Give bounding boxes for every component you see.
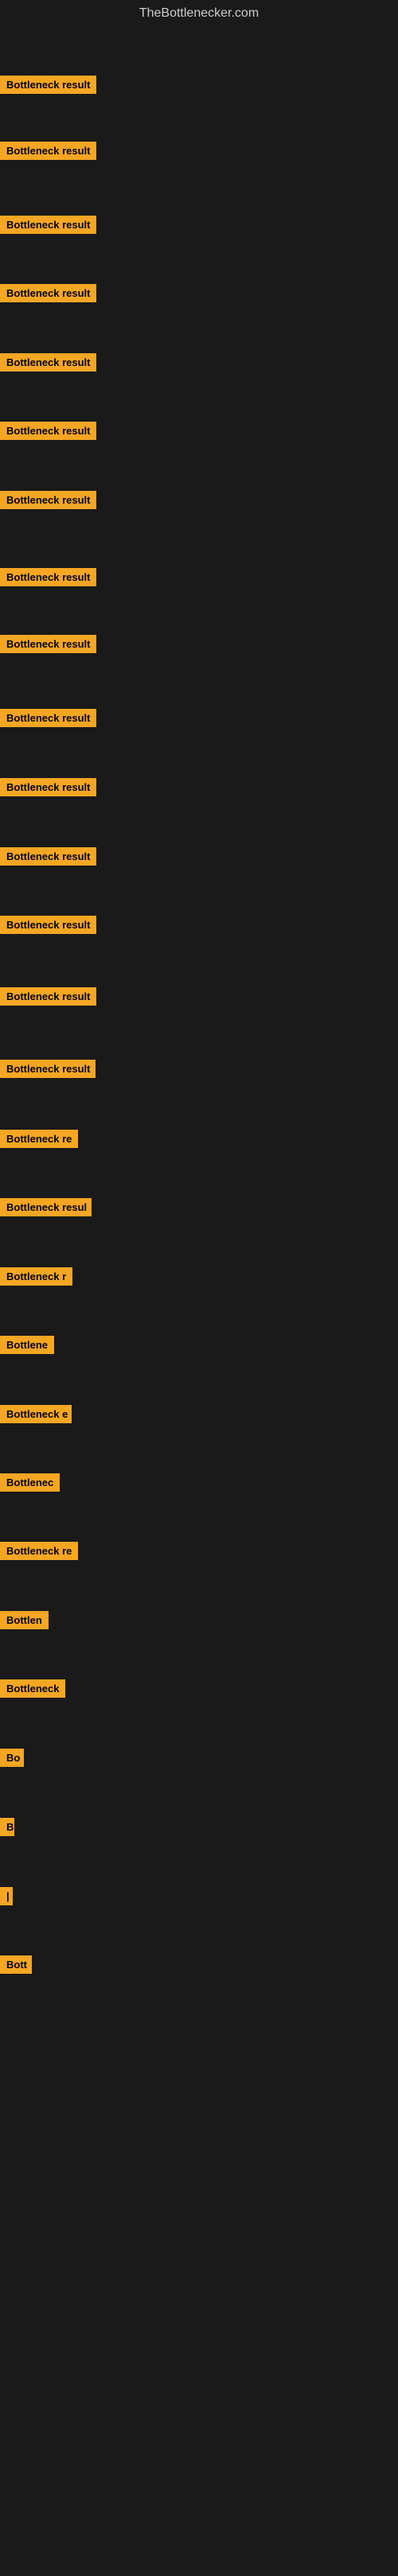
bottleneck-item[interactable]: B (0, 1818, 14, 1840)
bottleneck-item[interactable]: Bottleneck result (0, 635, 96, 657)
bottleneck-item[interactable]: Bottleneck result (0, 353, 96, 376)
bottleneck-badge: Bottleneck result (0, 778, 96, 796)
bottleneck-badge: Bottleneck result (0, 216, 96, 234)
bottleneck-badge: Bottlen (0, 1611, 49, 1629)
bottleneck-badge: Bottleneck result (0, 1060, 96, 1078)
bottleneck-item[interactable]: Bottleneck result (0, 1060, 96, 1082)
bottleneck-item[interactable]: Bottleneck result (0, 916, 96, 938)
bottleneck-badge: Bottleneck re (0, 1130, 78, 1148)
bottleneck-item[interactable]: Bottleneck result (0, 284, 96, 306)
bottleneck-item[interactable]: Bottlenec (0, 1473, 60, 1496)
bottleneck-badge: | (0, 1887, 13, 1905)
bottleneck-badge: Bottleneck result (0, 142, 96, 160)
bottleneck-badge: Bottleneck (0, 1679, 65, 1698)
bottleneck-item[interactable]: Bottleneck result (0, 216, 96, 238)
bottleneck-badge: Bott (0, 1955, 32, 1974)
bottleneck-item[interactable]: Bo (0, 1749, 24, 1771)
bottleneck-item[interactable]: Bottleneck result (0, 987, 96, 1010)
bottleneck-item[interactable]: Bott (0, 1955, 32, 1978)
bottleneck-badge: Bottleneck re (0, 1542, 78, 1560)
bottleneck-item[interactable]: Bottleneck result (0, 778, 96, 800)
bottleneck-badge: Bottleneck result (0, 491, 96, 509)
bottleneck-item[interactable]: Bottleneck result (0, 847, 96, 870)
bottleneck-badge: Bottleneck result (0, 284, 96, 302)
bottleneck-badge: Bottleneck resul (0, 1198, 92, 1216)
bottleneck-item[interactable]: Bottleneck re (0, 1130, 78, 1152)
bottleneck-badge: Bottleneck result (0, 987, 96, 1006)
bottleneck-badge: Bo (0, 1749, 24, 1767)
bottleneck-badge: Bottleneck result (0, 709, 96, 727)
bottleneck-item[interactable]: Bottleneck result (0, 422, 96, 444)
bottleneck-item[interactable]: Bottleneck (0, 1679, 65, 1702)
site-title: TheBottlenecker.com (0, 0, 398, 30)
bottleneck-item[interactable]: Bottleneck result (0, 491, 96, 513)
site-title-container: TheBottlenecker.com (0, 0, 398, 30)
bottleneck-badge: Bottlene (0, 1336, 54, 1354)
bottleneck-badge: Bottleneck result (0, 847, 96, 866)
bottleneck-badge: Bottlenec (0, 1473, 60, 1492)
bottleneck-item[interactable]: | (0, 1887, 13, 1909)
bottleneck-badge: Bottleneck result (0, 422, 96, 440)
bottleneck-item[interactable]: Bottlene (0, 1336, 54, 1358)
bottleneck-badge: Bottleneck e (0, 1405, 72, 1423)
bottleneck-item[interactable]: Bottleneck result (0, 568, 96, 590)
bottleneck-item[interactable]: Bottleneck result (0, 142, 96, 164)
bottleneck-item[interactable]: Bottleneck result (0, 76, 96, 98)
bottleneck-item[interactable]: Bottleneck r (0, 1267, 72, 1290)
bottleneck-item[interactable]: Bottleneck re (0, 1542, 78, 1564)
bottleneck-badge: Bottleneck result (0, 916, 96, 934)
bottleneck-item[interactable]: Bottlen (0, 1611, 49, 1633)
bottleneck-item[interactable]: Bottleneck result (0, 709, 96, 731)
bottleneck-badge: Bottleneck result (0, 76, 96, 94)
bottleneck-badge: Bottleneck r (0, 1267, 72, 1286)
bottleneck-badge: Bottleneck result (0, 353, 96, 372)
bottleneck-item[interactable]: Bottleneck e (0, 1405, 72, 1427)
bottleneck-badge: Bottleneck result (0, 635, 96, 653)
bottleneck-badge: Bottleneck result (0, 568, 96, 586)
bottleneck-badge: B (0, 1818, 14, 1836)
bottleneck-item[interactable]: Bottleneck resul (0, 1198, 92, 1220)
